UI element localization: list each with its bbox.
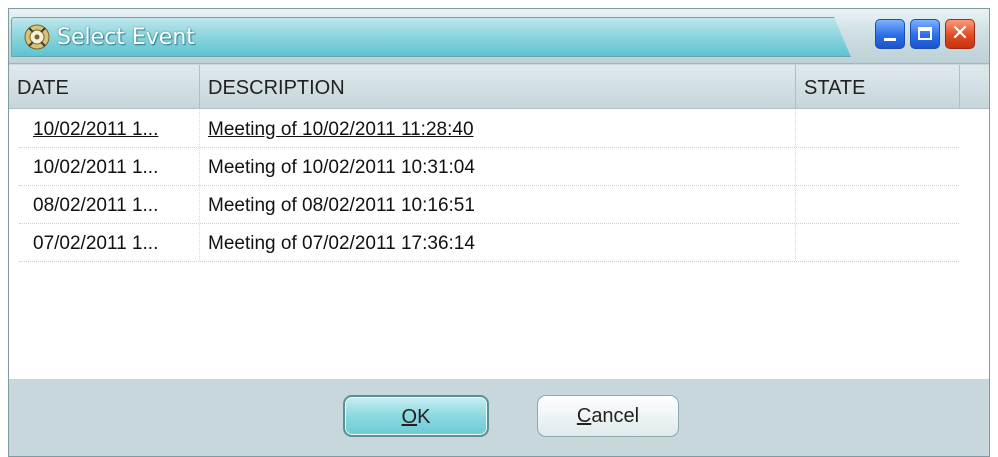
row-date: 08/02/2011 1...: [33, 195, 159, 216]
list-header: DATE DESCRIPTION STATE: [9, 65, 989, 109]
row-description: Meeting of 08/02/2011 10:16:51: [199, 186, 795, 223]
row-state: [795, 186, 959, 223]
row-state: [795, 224, 959, 261]
close-button[interactable]: ✕: [945, 19, 975, 49]
row-description: Meeting of 07/02/2011 17:36:14: [199, 224, 795, 261]
column-header-filler: [959, 65, 989, 108]
ok-label: K: [417, 406, 431, 428]
row-state: [795, 148, 959, 185]
ok-button[interactable]: OK: [343, 395, 489, 437]
row-description: Meeting of 10/02/2011 11:28:40: [199, 110, 795, 147]
maximize-button[interactable]: [910, 19, 940, 49]
minimize-button[interactable]: [875, 19, 905, 49]
cancel-label: ancel: [591, 405, 640, 427]
title-bar[interactable]: Select Event ✕: [9, 9, 989, 64]
row-state: [795, 110, 959, 147]
close-icon: ✕: [950, 21, 970, 46]
cd-gear-icon: [24, 24, 50, 50]
table-row[interactable]: 07/02/2011 1... Meeting of 07/02/2011 17…: [19, 224, 959, 262]
event-list[interactable]: DATE DESCRIPTION STATE 10/02/2011 1... M…: [9, 65, 989, 379]
row-date: 07/02/2011 1...: [33, 233, 159, 254]
cancel-button[interactable]: Cancel: [537, 395, 679, 437]
row-date: 10/02/2011 1...: [33, 119, 159, 140]
window-title: Select Event: [57, 25, 195, 50]
table-row[interactable]: 08/02/2011 1... Meeting of 08/02/2011 10…: [19, 186, 959, 224]
column-header-description[interactable]: DESCRIPTION: [199, 65, 795, 108]
select-event-window: Select Event ✕ DATE DESCRIPTION STATE 10…: [8, 8, 990, 457]
column-header-date[interactable]: DATE: [9, 65, 199, 108]
table-row[interactable]: 10/02/2011 1... Meeting of 10/02/2011 11…: [19, 110, 959, 148]
table-row[interactable]: 10/02/2011 1... Meeting of 10/02/2011 10…: [19, 148, 959, 186]
cancel-accelerator: C: [576, 405, 592, 427]
row-description: Meeting of 10/02/2011 10:31:04: [199, 148, 795, 185]
column-header-state[interactable]: STATE: [795, 65, 959, 108]
ok-accelerator: O: [401, 406, 418, 428]
row-date: 10/02/2011 1...: [33, 157, 159, 178]
